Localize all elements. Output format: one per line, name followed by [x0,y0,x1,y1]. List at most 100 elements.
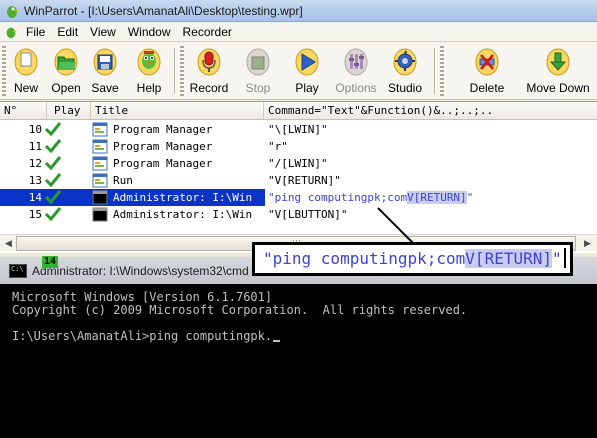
scroll-left-icon[interactable]: ◀ [1,236,16,251]
menu-window[interactable]: Window [122,23,177,41]
menu-file[interactable]: File [20,23,51,41]
play-check-icon[interactable] [44,155,74,172]
parrot-menu-icon[interactable] [4,25,18,39]
record-label: Record [189,81,229,95]
step-badge: 14 [42,256,58,268]
console-prompt-line: I:\Users\AmanatAli>ping computingpk. [12,329,281,343]
play-icon [295,48,319,76]
open-button[interactable]: Open [44,45,88,97]
row-number: 13 [28,174,42,187]
open-label: Open [51,81,81,95]
list-header: N° Play Title Command="Text"&Function()&… [0,102,597,120]
options-button[interactable]: Options [334,45,378,97]
toolbar: New Open Save Help Record Stop Play Opti… [0,42,597,100]
toolbar-grip[interactable] [180,46,184,96]
row-command: "/[LWIN]" [268,157,328,170]
window-icon [92,139,108,154]
column-play-label: Play [54,104,81,117]
delete-button[interactable]: Delete [465,45,509,97]
toolbar-separator [434,48,436,94]
new-icon [14,48,38,76]
row-title: Administrator: I:\Win [113,191,253,204]
options-icon [344,48,368,76]
record-button[interactable]: Record [187,45,231,97]
console-icon-text: C:\ [11,265,24,273]
save-icon [93,48,117,76]
studio-button[interactable]: Studio [383,45,427,97]
window-icon [92,122,108,137]
column-header-title[interactable]: Title [91,102,264,120]
window-icon [92,156,108,171]
callout-caret [563,248,566,268]
help-button[interactable]: Help [127,45,171,97]
delete-icon [475,48,499,76]
row-title: Program Manager [113,140,213,153]
callout-highlight: V[RETURN] [465,249,552,268]
menu-recorder[interactable]: Recorder [177,23,238,41]
stop-label: Stop [245,81,271,95]
row-title: Program Manager [113,123,213,136]
row-command: "V[LBUTTON]" [268,208,348,221]
new-button[interactable]: New [4,45,48,97]
table-row[interactable]: 11 Program Manager "r" [0,138,597,155]
play-button[interactable]: Play [285,45,329,97]
scroll-right-icon[interactable]: ▶ [580,236,595,251]
row-command: "ping computingpk;comV[RETURN]" [268,189,597,206]
console-cursor [273,340,281,342]
console-line: Microsoft Windows [Version 6.1.7601] [12,290,273,304]
toolbar-grip[interactable] [440,46,444,96]
table-row-selected[interactable]: 14 Administrator: I:\Win "ping computing… [0,189,597,206]
column-header-number[interactable]: N° [0,102,47,120]
help-parrot-icon [137,48,161,76]
save-button[interactable]: Save [83,45,127,97]
play-label: Play [295,81,319,95]
row-command-end: " [466,191,474,204]
menu-view[interactable]: View [84,23,122,41]
help-label: Help [136,81,162,95]
row-command-text: "ping computingpk;com [268,191,408,204]
column-title-label: Title [95,104,129,117]
play-check-icon[interactable] [44,121,74,138]
options-label: Options [335,81,377,95]
move-down-icon [546,48,570,76]
row-number: 10 [28,123,42,136]
row-command-highlight: V[RETURN] [407,191,467,204]
console-icon [92,190,108,205]
save-label: Save [91,81,119,95]
row-title: Run [113,174,133,187]
stop-button[interactable]: Stop [236,45,280,97]
record-microphone-icon [197,48,221,76]
play-check-icon[interactable] [44,206,74,223]
table-row[interactable]: 13 Run "V[RETURN]" [0,172,597,189]
row-number: 14 [28,191,42,204]
zoom-callout: "ping computingpk;comV[RETURN]" [252,242,573,276]
row-title: Administrator: I:\Win [113,208,253,221]
menu-edit[interactable]: Edit [51,23,84,41]
row-command: "\[LWIN]" [268,123,328,136]
move-down-button[interactable]: Move Down [526,45,590,97]
studio-icon [393,48,417,76]
column-command-label: Command="Text"&Function()&..;..;.. [268,104,494,117]
play-check-icon[interactable] [44,172,74,189]
console-icon [92,207,108,222]
command-list[interactable]: N° Play Title Command="Text"&Function()&… [0,101,597,253]
callout-text: "ping computingpk;com [263,249,466,268]
console-prompt-text: I:\Users\AmanatAli>ping computingpk. [12,329,273,343]
window-title: WinParrot - [I:\Users\AmanatAli\Desktop\… [24,3,303,18]
row-title: Program Manager [113,157,213,170]
console-window-title: Administrator: I:\Windows\system32\cmd [32,264,249,278]
play-check-icon[interactable] [44,138,74,155]
column-number-label: N° [4,104,18,117]
table-row[interactable]: 12 Program Manager "/[LWIN]" [0,155,597,172]
callout-text-end: " [552,249,562,268]
menu-edit-label: Edit [57,24,79,39]
column-header-command[interactable]: Command="Text"&Function()&..;..;.. [264,102,597,120]
new-label: New [13,81,38,95]
row-command: "r" [268,140,288,153]
play-check-icon[interactable] [44,189,74,206]
column-header-play[interactable]: Play [47,102,91,120]
table-row[interactable]: 15 Administrator: I:\Win "V[LBUTTON]" [0,206,597,223]
table-row[interactable]: 10 Program Manager "\[LWIN]" [0,121,597,138]
console-output[interactable]: Microsoft Windows [Version 6.1.7601] Cop… [0,284,597,438]
console-line: Copyright (c) 2009 Microsoft Corporation… [12,303,468,317]
